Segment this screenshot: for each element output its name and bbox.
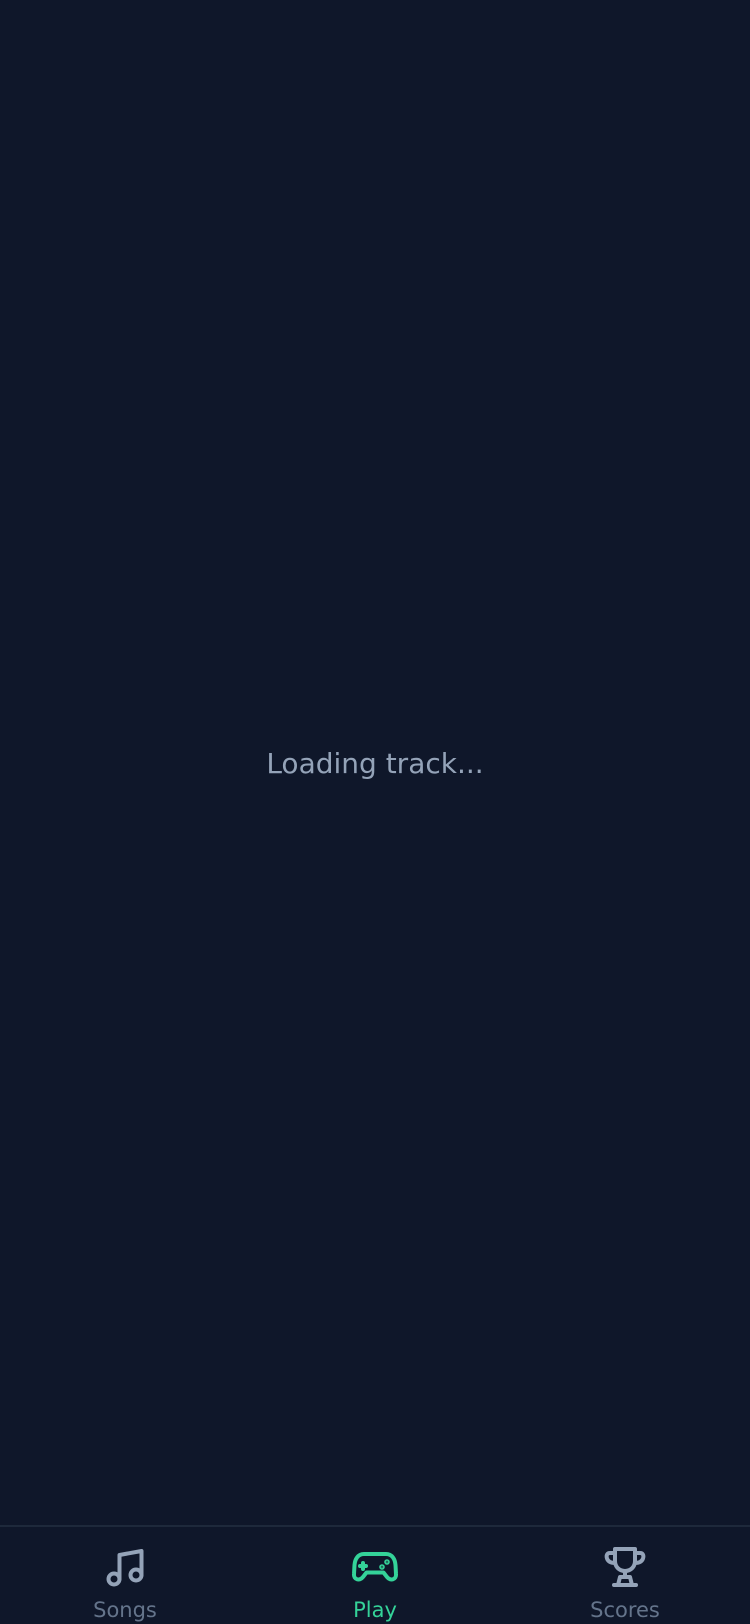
bottom-tab-bar: Songs Play Scores (0, 1525, 750, 1624)
tab-scores[interactable]: Scores (500, 1527, 750, 1624)
app-screen: Loading track... Songs Play Scores (0, 0, 750, 1624)
music-note-icon (101, 1543, 149, 1591)
tab-songs-label: Songs (93, 1598, 157, 1622)
tab-play-label: Play (353, 1598, 397, 1622)
tab-play[interactable]: Play (250, 1527, 500, 1624)
gamepad-icon (351, 1543, 399, 1591)
loading-message: Loading track... (266, 747, 484, 780)
trophy-icon (601, 1543, 649, 1591)
tab-scores-label: Scores (590, 1598, 660, 1622)
tab-songs[interactable]: Songs (0, 1527, 250, 1624)
